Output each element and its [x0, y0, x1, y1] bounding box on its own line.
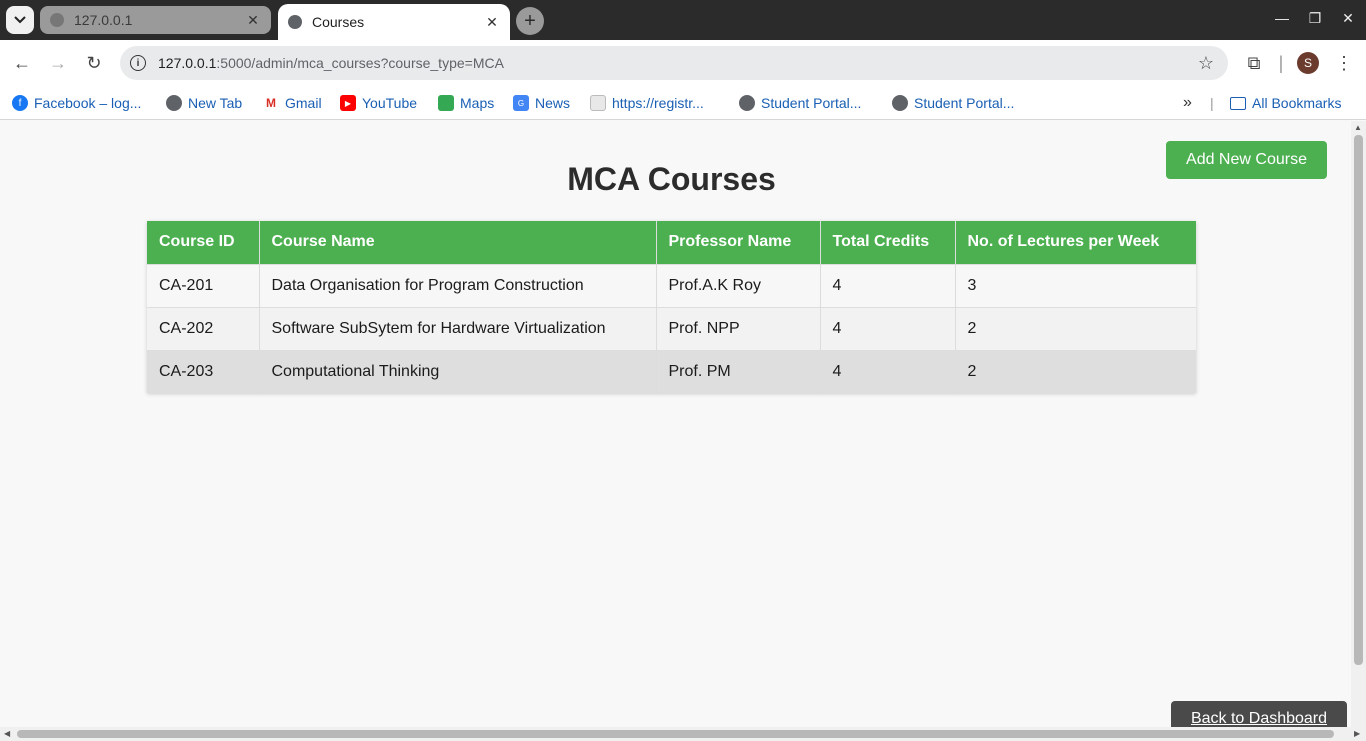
- bookmark-label: Student Portal...: [761, 95, 862, 111]
- chevron-down-icon: [14, 16, 26, 24]
- page-content: Add New Course MCA Courses Course ID Cou…: [0, 121, 1351, 727]
- profile-avatar[interactable]: S: [1297, 52, 1319, 74]
- back-arrow-icon[interactable]: ←: [11, 52, 33, 74]
- globe-icon: [166, 95, 182, 111]
- cell-lectures: 2: [955, 349, 1196, 393]
- folder-icon: [1230, 96, 1246, 110]
- bookmark-label: https://registr...: [612, 95, 704, 111]
- all-bookmarks-label: All Bookmarks: [1252, 95, 1342, 111]
- bookmark-label: Facebook – log...: [34, 95, 142, 111]
- bookmark-new-tab[interactable]: New Tab: [166, 92, 242, 114]
- page-icon: [590, 95, 606, 111]
- tab-title: 127.0.0.1: [74, 12, 133, 28]
- globe-icon: [50, 13, 64, 27]
- cell-course-id: CA-202: [147, 306, 260, 350]
- news-icon: G: [513, 95, 529, 111]
- bookmark-label: Maps: [460, 95, 495, 111]
- all-bookmarks-button[interactable]: All Bookmarks: [1230, 92, 1341, 114]
- cell-course-name: Software SubSytem for Hardware Virtualiz…: [259, 306, 657, 350]
- vertical-scroll-thumb[interactable]: [1354, 135, 1363, 665]
- cell-credits: 4: [820, 306, 956, 350]
- vertical-scrollbar[interactable]: ▲: [1351, 121, 1366, 727]
- cell-course-name: Computational Thinking: [259, 349, 657, 393]
- cell-lectures: 3: [955, 263, 1196, 307]
- info-icon[interactable]: i: [130, 55, 146, 71]
- facebook-icon: f: [12, 95, 28, 111]
- cell-course-name: Data Organisation for Program Constructi…: [259, 263, 657, 307]
- horizontal-scroll-thumb[interactable]: [17, 730, 1334, 738]
- globe-icon: [892, 95, 908, 111]
- cell-professor: Prof.A.K Roy: [656, 263, 821, 307]
- bookmark-facebook[interactable]: f Facebook – log...: [12, 92, 141, 114]
- table-row: CA-201 Data Organisation for Program Con…: [147, 263, 1196, 307]
- more-bookmarks-chevron-icon[interactable]: »: [1183, 92, 1192, 114]
- tab-title: Courses: [312, 14, 365, 30]
- bookmark-maps[interactable]: Maps: [438, 92, 494, 114]
- bookmark-label: Student Portal...: [914, 95, 1015, 111]
- youtube-icon: ▶: [340, 95, 356, 111]
- back-to-dashboard-button[interactable]: Back to Dashboard: [1171, 701, 1347, 727]
- bookmark-news[interactable]: G News: [513, 92, 570, 114]
- cell-professor: Prof. PM: [656, 349, 821, 393]
- address-bar[interactable]: i 127.0.0.1:5000/admin/mca_courses?cours…: [120, 46, 1228, 80]
- scroll-left-icon[interactable]: ◀: [4, 729, 10, 738]
- cell-course-id: CA-203: [147, 349, 260, 393]
- bookmark-star-icon[interactable]: ☆: [1198, 53, 1214, 74]
- globe-icon: [288, 15, 302, 29]
- header-course-name: Course Name: [259, 221, 657, 264]
- bookmark-label: News: [535, 95, 571, 111]
- cell-lectures: 2: [955, 306, 1196, 350]
- tab-active[interactable]: Courses ✕: [278, 4, 510, 40]
- page-title: MCA Courses: [567, 161, 776, 197]
- bookmarks-bar: f Facebook – log... New Tab M Gmail ▶ Yo…: [0, 86, 1366, 120]
- url-host: 127.0.0.1: [158, 55, 217, 71]
- bookmarks-divider: |: [1210, 95, 1214, 111]
- courses-table: Course ID Course Name Professor Name Tot…: [147, 221, 1196, 393]
- tab-strip: 127.0.0.1 ✕ Courses ✕ + — ❐ ✕: [0, 0, 1366, 40]
- bookmark-student-portal-1[interactable]: Student Portal...: [739, 92, 861, 114]
- close-icon[interactable]: ✕: [484, 14, 500, 31]
- browser-toolbar: ← → ↻ i 127.0.0.1:5000/admin/mca_courses…: [0, 40, 1366, 86]
- cell-credits: 4: [820, 349, 956, 393]
- header-total-credits: Total Credits: [820, 221, 956, 264]
- reload-icon[interactable]: ↻: [83, 52, 105, 74]
- minimize-icon[interactable]: —: [1272, 10, 1292, 26]
- extensions-icon[interactable]: ⧉: [1243, 52, 1265, 74]
- url-text[interactable]: 127.0.0.1:5000/admin/mca_courses?course_…: [158, 55, 1198, 71]
- maximize-icon[interactable]: ❐: [1305, 10, 1325, 27]
- close-icon[interactable]: ✕: [245, 12, 261, 29]
- globe-icon: [739, 95, 755, 111]
- cell-course-id: CA-201: [147, 263, 260, 307]
- cell-credits: 4: [820, 263, 956, 307]
- menu-kebab-icon[interactable]: ⋮: [1333, 52, 1355, 74]
- url-path: :5000/admin/mca_courses?course_type=MCA: [216, 55, 504, 71]
- tab-search-button[interactable]: [6, 6, 34, 34]
- bookmark-label: New Tab: [188, 95, 243, 111]
- scroll-up-icon[interactable]: ▲: [1354, 123, 1362, 132]
- cell-professor: Prof. NPP: [656, 306, 821, 350]
- header-lectures-per-week: No. of Lectures per Week: [955, 221, 1196, 264]
- forward-arrow-icon[interactable]: →: [47, 52, 69, 74]
- scroll-right-icon[interactable]: ▶: [1354, 729, 1360, 738]
- header-professor-name: Professor Name: [656, 221, 821, 264]
- gmail-icon: M: [263, 95, 279, 111]
- table-row: CA-203 Computational Thinking Prof. PM 4…: [147, 349, 1196, 393]
- tab-inactive[interactable]: 127.0.0.1 ✕: [40, 6, 271, 34]
- new-tab-button[interactable]: +: [516, 7, 544, 35]
- bookmark-student-portal-2[interactable]: Student Portal...: [892, 92, 1014, 114]
- bookmark-label: Gmail: [285, 95, 322, 111]
- bookmark-youtube[interactable]: ▶ YouTube: [340, 92, 417, 114]
- maps-icon: [438, 95, 454, 111]
- table-row: CA-202 Software SubSytem for Hardware Vi…: [147, 306, 1196, 350]
- bookmark-registr[interactable]: https://registr...: [590, 92, 704, 114]
- header-course-id: Course ID: [147, 221, 260, 264]
- window-close-icon[interactable]: ✕: [1338, 10, 1358, 27]
- toolbar-divider: |: [1278, 52, 1284, 73]
- table-header-row: Course ID Course Name Professor Name Tot…: [147, 221, 1196, 264]
- horizontal-scrollbar[interactable]: ◀ ▶: [0, 727, 1366, 741]
- bookmark-gmail[interactable]: M Gmail: [263, 92, 322, 114]
- bookmark-label: YouTube: [362, 95, 418, 111]
